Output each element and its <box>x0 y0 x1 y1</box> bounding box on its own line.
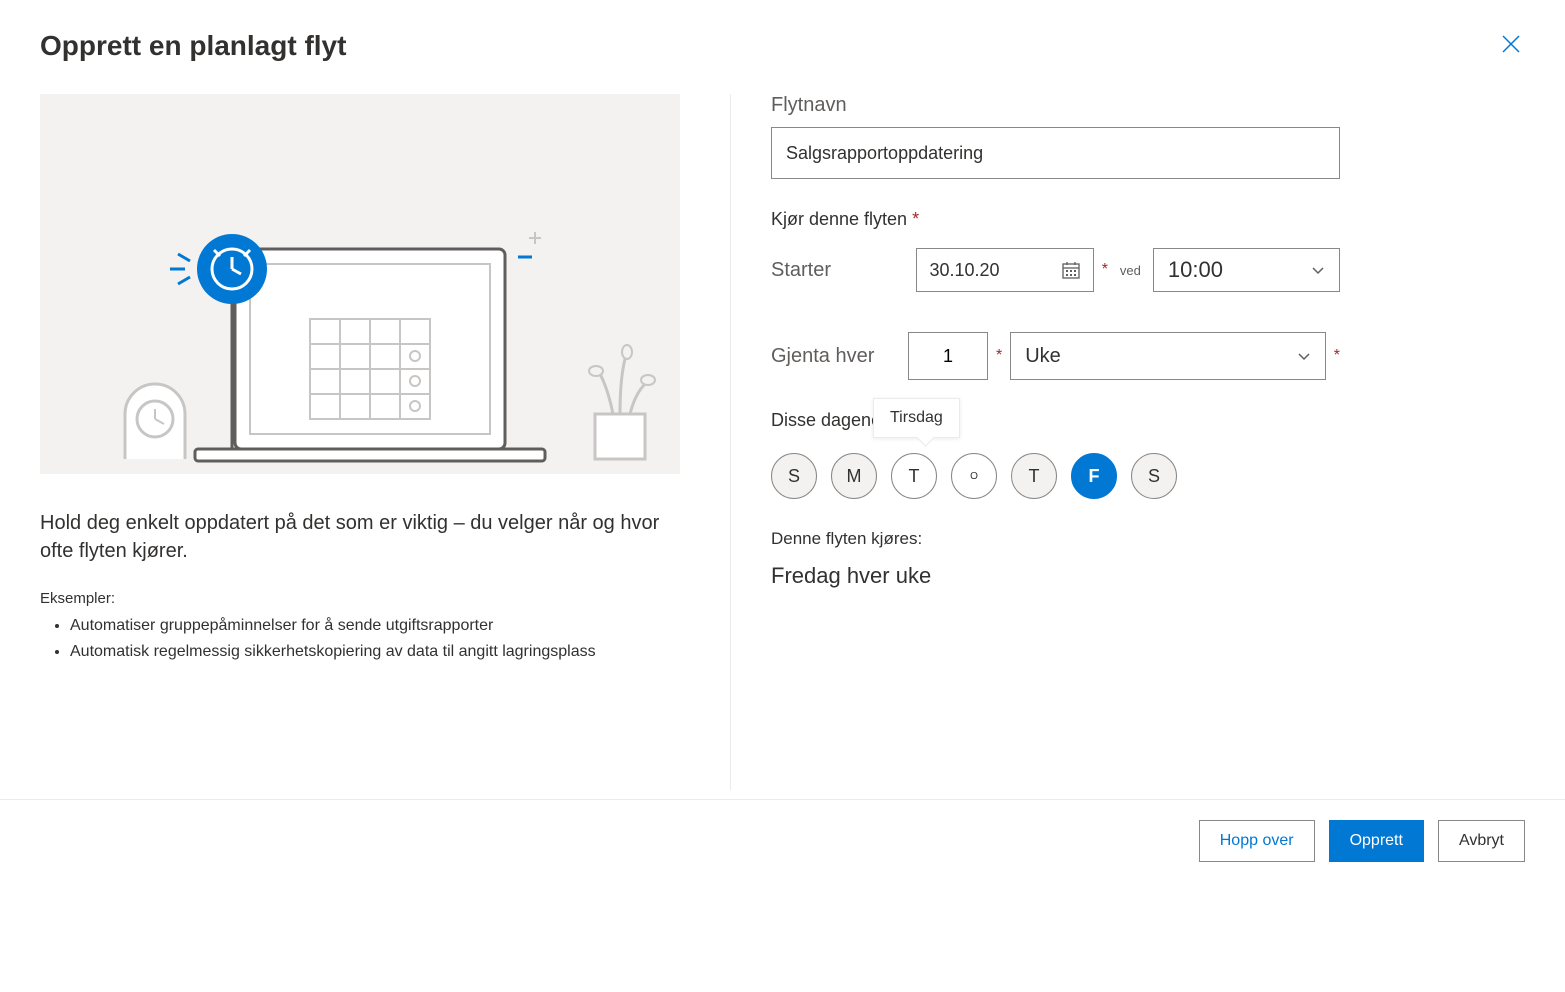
flow-name-label: Flytnavn <box>771 94 1340 117</box>
unit-value: Uke <box>1025 345 1061 368</box>
day-wednesday[interactable]: O <box>951 453 997 499</box>
description: Hold deg enkelt oppdatert på det som er … <box>40 509 680 565</box>
close-button[interactable] <box>1497 30 1525 64</box>
run-flow-label: Kjør denne flyten * <box>771 209 1340 230</box>
day-thursday[interactable]: T <box>1011 453 1057 499</box>
day-saturday[interactable]: S <box>1131 453 1177 499</box>
required-marker: * <box>1102 261 1108 279</box>
calendar-icon <box>1061 260 1081 280</box>
create-button[interactable]: Opprett <box>1329 820 1424 862</box>
close-icon <box>1501 34 1521 54</box>
day-monday[interactable]: M <box>831 453 877 499</box>
repeat-count-input[interactable] <box>908 332 988 380</box>
at-label: ved <box>1120 263 1141 278</box>
days-label: Disse dagene <box>771 410 1340 431</box>
runs-value: Fredag hver uke <box>771 563 1340 589</box>
examples-label: Eksempler: <box>40 590 680 607</box>
cancel-button[interactable]: Avbryt <box>1438 820 1525 862</box>
flow-name-input[interactable] <box>771 127 1340 179</box>
repeat-label: Gjenta hver <box>771 345 900 368</box>
day-tuesday[interactable]: T <box>891 453 937 499</box>
required-marker: * <box>1334 347 1340 365</box>
day-friday[interactable]: F <box>1071 453 1117 499</box>
runs-label: Denne flyten kjøres: <box>771 529 1340 549</box>
required-marker: * <box>996 347 1002 365</box>
illustration <box>40 94 680 474</box>
time-picker[interactable]: 10:00 <box>1153 248 1340 292</box>
chevron-down-icon <box>1297 349 1311 363</box>
day-sunday[interactable]: S <box>771 453 817 499</box>
repeat-unit-select[interactable]: Uke <box>1010 332 1326 380</box>
skip-button[interactable]: Hopp over <box>1199 820 1315 862</box>
day-tooltip: Tirsdag <box>873 398 960 438</box>
examples-list: Automatiser gruppepåminnelser for å send… <box>40 617 680 661</box>
date-value: 30.10.20 <box>929 260 999 281</box>
starter-label: Starter <box>771 259 908 282</box>
chevron-down-icon <box>1311 263 1325 277</box>
dialog-title: Opprett en planlagt flyt <box>40 30 346 62</box>
date-picker[interactable]: 30.10.20 <box>916 248 1093 292</box>
example-item: Automatiser gruppepåminnelser for å send… <box>70 617 680 635</box>
example-item: Automatisk regelmessig sikkerhetskopieri… <box>70 643 680 661</box>
time-value: 10:00 <box>1168 257 1223 283</box>
